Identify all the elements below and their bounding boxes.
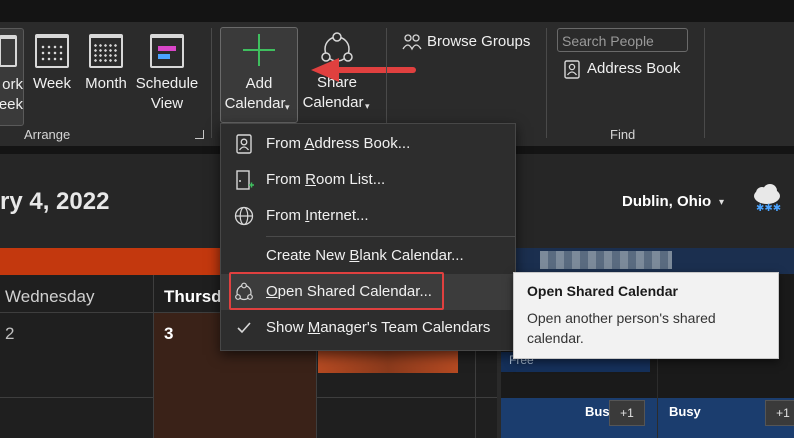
tooltip-title: Open Shared Calendar <box>527 283 678 299</box>
weather-snow-icon: ✱✱✱ <box>754 184 781 214</box>
contact-card-icon <box>564 60 580 79</box>
schedule-view-label-2: View <box>150 95 184 112</box>
chevron-down-icon: ▾ <box>365 101 370 111</box>
highlight-box <box>229 272 444 310</box>
dialog-launcher-icon[interactable] <box>195 130 204 139</box>
week-grid-icon <box>40 44 64 62</box>
ribbon-divider <box>704 28 705 138</box>
annotation-arrow-icon <box>311 58 416 82</box>
browse-groups-label: Browse Groups <box>427 33 531 50</box>
address-book-label: Address Book <box>587 60 681 77</box>
plus-icon <box>243 34 275 66</box>
chevron-down-icon: ▾ <box>285 102 290 112</box>
globe-icon <box>234 206 254 226</box>
group-icon <box>402 34 422 51</box>
share-calendar-label-2: Calendar <box>302 94 364 111</box>
address-book-button[interactable]: Address Book <box>562 59 692 81</box>
add-calendar-label-2: Calendar <box>224 95 286 112</box>
schedule-bar-icon <box>158 46 176 51</box>
schedule-view-button[interactable]: Schedule View <box>134 28 200 124</box>
more-events-button[interactable]: +1 <box>609 400 645 426</box>
menu-label: nternet... <box>309 207 369 224</box>
busy-row <box>497 398 794 438</box>
add-calendar-menu: From Address Book... From Room List... F… <box>220 123 516 351</box>
menu-label: lank Calendar... <box>359 247 464 264</box>
busy-label[interactable]: Busy <box>669 404 701 419</box>
ribbon-divider <box>211 28 212 138</box>
blurred-name <box>540 251 672 269</box>
work-week-label-1: ork <box>2 76 23 93</box>
search-people-input[interactable]: Search People <box>557 28 688 52</box>
month-label: Month <box>85 75 127 92</box>
add-calendar-button[interactable]: Add Calendar ▾ <box>220 27 298 123</box>
svg-text:✱✱✱: ✱✱✱ <box>756 203 781 214</box>
checkmark-icon <box>237 322 251 334</box>
week-label: Week <box>32 75 72 92</box>
more-events-button[interactable]: +1 <box>765 400 794 426</box>
menu-accelerator: R <box>305 171 317 188</box>
menu-item-from-address-book[interactable]: From Address Book... <box>221 126 515 162</box>
schedule-view-label-1: Schedule <box>135 75 199 92</box>
current-date-title: ry 4, 2022 <box>0 188 110 215</box>
week-button[interactable]: Week <box>28 28 76 124</box>
busy-label[interactable]: Bus <box>585 404 610 419</box>
tooltip-line-1: Open another person's shared <box>527 310 716 326</box>
add-calendar-label-1: Add <box>245 75 273 92</box>
day-header-wednesday[interactable]: Wednesday <box>5 287 94 307</box>
title-strip <box>0 0 794 22</box>
ribbon-divider <box>386 28 387 138</box>
menu-item-create-blank-calendar[interactable]: Create New Blank Calendar... <box>221 238 515 274</box>
work-week-label-2: eek <box>0 96 23 113</box>
day-number-thursday: 3 <box>164 324 174 343</box>
day-header-thursday[interactable]: Thursd <box>164 287 222 307</box>
tooltip-line-2: calendar. <box>527 330 584 346</box>
menu-divider <box>266 236 515 237</box>
room-door-icon <box>236 170 254 190</box>
contact-card-icon <box>236 134 252 154</box>
menu-accelerator: M <box>307 319 321 336</box>
work-week-button[interactable]: ork eek <box>0 28 24 126</box>
menu-item-from-room-list[interactable]: From Room List... <box>221 162 515 198</box>
menu-item-show-managers-team-calendars[interactable]: Show Manager's Team Calendars <box>221 310 515 346</box>
find-group-label: Find <box>610 127 636 142</box>
day-number-wednesday: 2 <box>5 324 15 343</box>
month-grid-icon <box>93 43 117 63</box>
menu-label: oom List... <box>316 171 386 188</box>
menu-label: anager's Team Calendars <box>320 319 491 336</box>
menu-label: From <box>266 171 306 188</box>
menu-label: Create New <box>266 247 350 264</box>
menu-label: From <box>266 135 305 152</box>
weather-location[interactable]: Dublin, Ohio <box>622 193 711 210</box>
browse-groups-button[interactable]: Browse Groups <box>400 32 540 54</box>
calendar-icon <box>0 35 17 67</box>
chevron-down-icon[interactable]: ▾ <box>719 197 724 208</box>
menu-accelerator: B <box>349 247 360 264</box>
menu-label: ddress Book... <box>314 135 411 152</box>
menu-label: Show <box>266 319 308 336</box>
menu-item-from-internet[interactable]: From Internet... <box>221 198 515 234</box>
tooltip: Open Shared Calendar Open another person… <box>513 272 779 359</box>
menu-label: From <box>266 207 306 224</box>
schedule-bar-icon <box>158 54 170 59</box>
month-button[interactable]: Month <box>82 28 130 124</box>
schedule-icon <box>150 34 184 68</box>
arrange-group-label: Arrange <box>24 127 71 142</box>
menu-accelerator: A <box>304 135 315 152</box>
ribbon-divider <box>546 28 547 138</box>
